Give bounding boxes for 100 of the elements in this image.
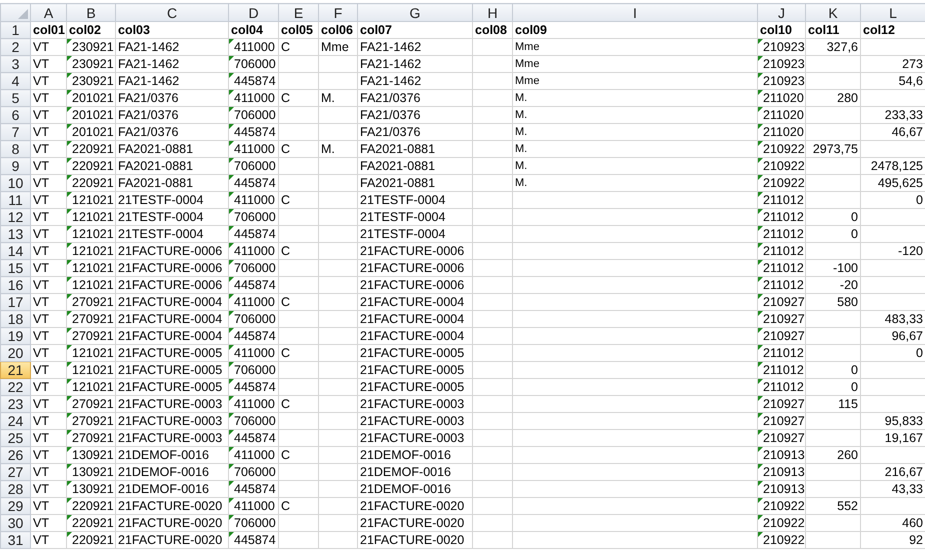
error-flag-icon[interactable] [67, 294, 72, 299]
error-flag-icon[interactable] [67, 532, 72, 537]
row-header[interactable]: 12 [0, 208, 30, 226]
column-header[interactable]: C [116, 4, 228, 22]
error-flag-icon[interactable] [229, 532, 234, 537]
error-flag-icon[interactable] [758, 396, 763, 401]
column-header[interactable]: I [512, 4, 758, 22]
error-flag-icon[interactable] [67, 515, 72, 520]
error-flag-icon[interactable] [67, 328, 72, 333]
row-header[interactable]: 19 [0, 328, 30, 344]
error-flag-icon[interactable] [758, 209, 763, 214]
error-flag-icon[interactable] [67, 311, 72, 316]
row-header[interactable]: 27 [0, 464, 30, 480]
error-flag-icon[interactable] [229, 498, 234, 503]
error-flag-icon[interactable] [229, 243, 234, 248]
error-flag-icon[interactable] [67, 90, 72, 95]
error-flag-icon[interactable] [758, 430, 763, 435]
row-header[interactable]: 30 [0, 514, 30, 532]
row-header[interactable]: 15 [0, 260, 30, 276]
row-header[interactable]: 21 [0, 362, 30, 378]
error-flag-icon[interactable] [758, 107, 763, 112]
error-flag-icon[interactable] [229, 158, 234, 163]
error-flag-icon[interactable] [229, 56, 234, 61]
row-header[interactable]: 17 [0, 294, 30, 310]
row-header[interactable]: 14 [0, 242, 30, 260]
error-flag-icon[interactable] [758, 260, 763, 265]
error-flag-icon[interactable] [758, 498, 763, 503]
error-flag-icon[interactable] [758, 532, 763, 537]
error-flag-icon[interactable] [229, 226, 234, 231]
row-header[interactable]: 9 [0, 158, 30, 174]
error-flag-icon[interactable] [67, 192, 72, 197]
row-header[interactable]: 26 [0, 446, 30, 464]
row-header[interactable]: 20 [0, 344, 30, 362]
error-flag-icon[interactable] [229, 107, 234, 112]
error-flag-icon[interactable] [758, 90, 763, 95]
error-flag-icon[interactable] [67, 175, 72, 180]
error-flag-icon[interactable] [758, 192, 763, 197]
error-flag-icon[interactable] [67, 464, 72, 469]
error-flag-icon[interactable] [758, 158, 763, 163]
row-header[interactable]: 7 [0, 124, 30, 140]
error-flag-icon[interactable] [758, 311, 763, 316]
row-header[interactable]: 29 [0, 498, 30, 514]
row-header[interactable]: 31 [0, 532, 30, 548]
error-flag-icon[interactable] [67, 260, 72, 265]
error-flag-icon[interactable] [758, 328, 763, 333]
error-flag-icon[interactable] [229, 192, 234, 197]
error-flag-icon[interactable] [67, 413, 72, 418]
error-flag-icon[interactable] [758, 39, 763, 44]
column-header[interactable]: K [806, 4, 860, 22]
column-header[interactable]: L [860, 4, 925, 22]
row-header[interactable]: 2 [0, 38, 30, 56]
row-header[interactable]: 5 [0, 90, 30, 106]
error-flag-icon[interactable] [67, 362, 72, 367]
error-flag-icon[interactable] [67, 226, 72, 231]
error-flag-icon[interactable] [758, 515, 763, 520]
error-flag-icon[interactable] [67, 447, 72, 452]
row-header[interactable]: 25 [0, 430, 30, 446]
error-flag-icon[interactable] [229, 328, 234, 333]
error-flag-icon[interactable] [229, 277, 234, 282]
row-header[interactable]: 22 [0, 378, 30, 396]
error-flag-icon[interactable] [67, 243, 72, 248]
error-flag-icon[interactable] [758, 379, 763, 384]
error-flag-icon[interactable] [229, 464, 234, 469]
error-flag-icon[interactable] [67, 39, 72, 44]
error-flag-icon[interactable] [67, 73, 72, 78]
row-header[interactable]: 8 [0, 140, 30, 158]
column-header[interactable]: B [66, 4, 116, 22]
error-flag-icon[interactable] [758, 226, 763, 231]
error-flag-icon[interactable] [229, 124, 234, 129]
row-header[interactable]: 24 [0, 412, 30, 430]
error-flag-icon[interactable] [229, 413, 234, 418]
error-flag-icon[interactable] [229, 294, 234, 299]
row-header[interactable]: 13 [0, 226, 30, 242]
error-flag-icon[interactable] [229, 141, 234, 146]
error-flag-icon[interactable] [229, 73, 234, 78]
error-flag-icon[interactable] [758, 124, 763, 129]
error-flag-icon[interactable] [229, 345, 234, 350]
error-flag-icon[interactable] [229, 260, 234, 265]
error-flag-icon[interactable] [67, 124, 72, 129]
error-flag-icon[interactable] [229, 396, 234, 401]
error-flag-icon[interactable] [758, 447, 763, 452]
error-flag-icon[interactable] [229, 39, 234, 44]
error-flag-icon[interactable] [67, 345, 72, 350]
row-header[interactable]: 6 [0, 106, 30, 124]
error-flag-icon[interactable] [67, 379, 72, 384]
error-flag-icon[interactable] [67, 277, 72, 282]
error-flag-icon[interactable] [758, 56, 763, 61]
column-header[interactable]: A [30, 4, 66, 22]
error-flag-icon[interactable] [758, 243, 763, 248]
error-flag-icon[interactable] [229, 447, 234, 452]
error-flag-icon[interactable] [67, 430, 72, 435]
column-header[interactable]: J [758, 4, 806, 22]
error-flag-icon[interactable] [229, 311, 234, 316]
error-flag-icon[interactable] [758, 464, 763, 469]
error-flag-icon[interactable] [229, 175, 234, 180]
column-header[interactable]: F [318, 4, 358, 22]
error-flag-icon[interactable] [758, 413, 763, 418]
error-flag-icon[interactable] [229, 515, 234, 520]
column-header[interactable]: E [278, 4, 318, 22]
error-flag-icon[interactable] [229, 209, 234, 214]
